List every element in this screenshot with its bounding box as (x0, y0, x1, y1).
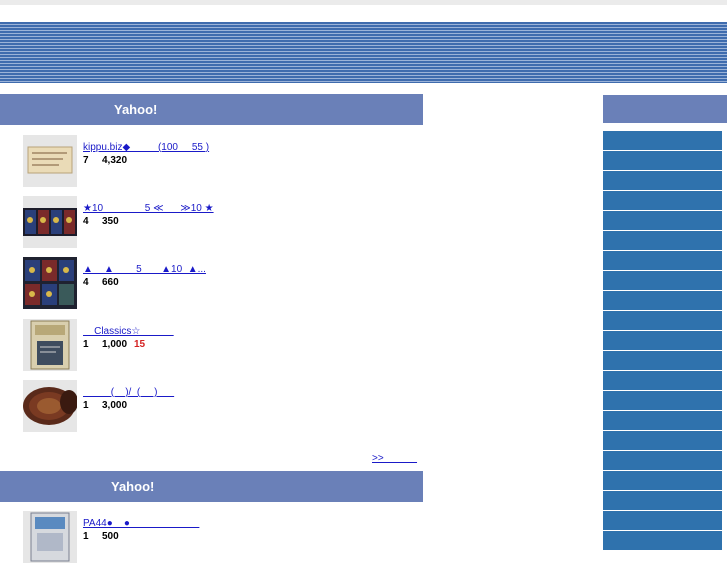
cards-image-graphic (23, 257, 77, 309)
sidebar-menu-item[interactable] (603, 391, 722, 410)
section-header-auctions: Yahoo! (0, 94, 423, 125)
list-item: ▲ ▲ 5 ▲10 ▲... 4 660 (23, 257, 423, 309)
section-title: Yahoo! (111, 479, 155, 494)
sidebar-menu-item[interactable] (603, 511, 722, 530)
plate-image-graphic (23, 380, 77, 432)
item-title-link[interactable]: ★10 5 ≪ ≫10 ★ (83, 203, 214, 215)
sidebar-menu-item[interactable] (603, 251, 722, 270)
cards-image[interactable] (23, 257, 77, 309)
sidebar-menu-item[interactable] (603, 311, 722, 330)
sidebar-menu-item[interactable] (603, 131, 722, 150)
book-image-graphic (23, 511, 77, 563)
sidebar-header (603, 95, 727, 123)
sidebar-menu-item[interactable] (603, 171, 722, 190)
current-price: 4,320 (102, 155, 128, 166)
ticket-image[interactable] (23, 135, 77, 187)
bid-count: 4 (83, 216, 89, 227)
cards-image[interactable] (23, 196, 77, 248)
sidebar-menu-item[interactable] (603, 491, 722, 510)
list-item: ( )/ ( ) 1 3,000 (23, 380, 423, 432)
bid-count: 1 (83, 400, 89, 411)
bid-count: 4 (83, 277, 89, 288)
book-image[interactable] (23, 511, 77, 563)
item-title-link[interactable]: Classics☆ (83, 326, 174, 338)
current-price: 1,000 (102, 339, 128, 350)
top-strip (0, 0, 727, 5)
sidebar-menu-item[interactable] (603, 531, 722, 550)
section-title: Yahoo! (114, 102, 158, 117)
sidebar-menu-item[interactable] (603, 191, 722, 210)
current-price: 660 (102, 277, 119, 288)
item-title-link[interactable]: PA44● ● (83, 518, 199, 530)
list-item: PA44● ● 1 500 (23, 511, 423, 563)
sidebar-menu-item[interactable] (603, 291, 722, 310)
sidebar-menu-item[interactable] (603, 471, 722, 490)
current-price: 500 (102, 531, 119, 542)
ticket-image-graphic (23, 135, 77, 187)
cards-image-graphic (23, 196, 77, 248)
sidebar-menu-item[interactable] (603, 211, 722, 230)
sidebar-menu-item[interactable] (603, 351, 722, 370)
book-image-graphic (23, 319, 77, 371)
section-header-auctions-2: Yahoo! (0, 471, 423, 502)
item-title-link[interactable]: ( )/ ( ) (83, 387, 174, 399)
current-price: 350 (102, 216, 119, 227)
sidebar-menu-item[interactable] (603, 331, 722, 350)
sidebar-menu-item[interactable] (603, 151, 722, 170)
list-item: kippu.biz◆ (100 55 ) 7 4,320 (23, 135, 423, 187)
bid-count: 7 (83, 155, 89, 166)
sidebar-menu-item[interactable] (603, 411, 722, 430)
list-item: Classics☆ 1 1,000 15 (23, 319, 423, 371)
sidebar-menu-item[interactable] (603, 271, 722, 290)
bid-count: 1 (83, 531, 89, 542)
sidebar-menu-item[interactable] (603, 371, 722, 390)
time-remaining: 15 (134, 339, 146, 350)
sidebar-menu-item[interactable] (603, 231, 722, 250)
site-banner (0, 22, 727, 83)
item-title-link[interactable]: kippu.biz◆ (100 55 ) (83, 142, 209, 154)
list-item: ★10 5 ≪ ≫10 ★ 4 350 (23, 196, 423, 248)
item-title-link[interactable]: ▲ ▲ 5 ▲10 ▲... (83, 264, 206, 276)
sidebar-menu-item[interactable] (603, 431, 722, 450)
current-price: 3,000 (102, 400, 128, 411)
sidebar-menu-item[interactable] (603, 451, 722, 470)
bid-count: 1 (83, 339, 89, 350)
more-link[interactable]: >> (372, 453, 417, 464)
plate-image[interactable] (23, 380, 77, 432)
book-image[interactable] (23, 319, 77, 371)
